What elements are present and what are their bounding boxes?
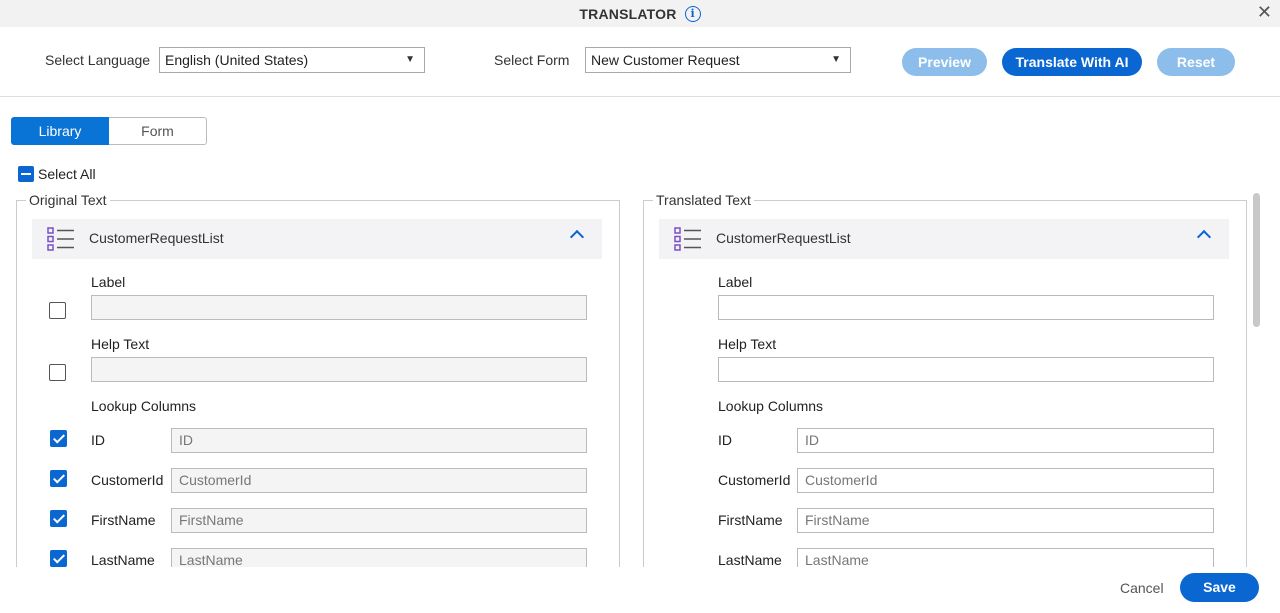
- select-all-checkbox[interactable]: [18, 166, 34, 182]
- select-all[interactable]: Select All: [18, 166, 96, 182]
- tab-bar: Library Form: [11, 117, 207, 145]
- section-header[interactable]: CustomerRequestList: [32, 219, 602, 259]
- section-header[interactable]: CustomerRequestList: [659, 219, 1229, 259]
- footer: Cancel Save: [0, 567, 1280, 613]
- chevron-up-icon[interactable]: [1196, 229, 1212, 245]
- section-title: CustomerRequestList: [89, 230, 224, 246]
- help-text-caption: Help Text: [718, 336, 777, 352]
- language-select-value: English (United States): [165, 52, 309, 68]
- chevron-up-icon[interactable]: [569, 229, 585, 245]
- language-label: Select Language: [45, 52, 151, 68]
- column-label-lastname: LastName: [91, 552, 155, 568]
- column-field-firstname: FirstName: [171, 508, 587, 533]
- column-label-id: ID: [91, 432, 105, 448]
- column-checkbox-customerid[interactable]: [50, 470, 67, 487]
- column-translation-input-id[interactable]: ID: [797, 428, 1214, 453]
- help-text-checkbox[interactable]: [49, 364, 66, 381]
- form-label: Select Form: [494, 52, 570, 68]
- original-text-panel: Original Text CustomerRequestList Label …: [16, 192, 620, 613]
- translate-with-ai-button[interactable]: Translate With AI: [1002, 48, 1142, 76]
- column-field-customerid: CustomerId: [171, 468, 587, 493]
- title-bar: TRANSLATOR i ✕: [0, 0, 1280, 27]
- list-icon: [674, 227, 701, 251]
- column-label-lastname: LastName: [718, 552, 782, 568]
- translated-text-legend: Translated Text: [653, 192, 754, 208]
- chevron-down-icon: ▼: [405, 54, 415, 65]
- column-label-firstname: FirstName: [718, 512, 783, 528]
- column-label-firstname: FirstName: [91, 512, 156, 528]
- column-checkbox-firstname[interactable]: [50, 510, 67, 527]
- column-checkbox-lastname[interactable]: [50, 550, 67, 567]
- original-text-legend: Original Text: [26, 192, 110, 208]
- info-icon[interactable]: i: [684, 5, 701, 22]
- label-caption: Label: [718, 274, 753, 290]
- help-text-field: [91, 357, 587, 382]
- column-label-id: ID: [718, 432, 732, 448]
- cancel-button[interactable]: Cancel: [1120, 580, 1164, 596]
- toolbar: Select Language English (United States) …: [0, 27, 1280, 97]
- preview-button[interactable]: Preview: [902, 48, 987, 76]
- tab-library[interactable]: Library: [11, 117, 109, 145]
- tab-form[interactable]: Form: [109, 117, 207, 145]
- column-field-id: ID: [171, 428, 587, 453]
- form-select-value: New Customer Request: [591, 52, 740, 68]
- column-label-customerid: CustomerId: [91, 472, 164, 488]
- column-translation-input-customerid[interactable]: CustomerId: [797, 468, 1214, 493]
- help-text-caption: Help Text: [91, 336, 150, 352]
- form-select[interactable]: New Customer Request ▼: [585, 47, 851, 73]
- reset-button[interactable]: Reset: [1157, 48, 1235, 76]
- label-caption: Label: [91, 274, 126, 290]
- save-button[interactable]: Save: [1180, 573, 1259, 602]
- column-checkbox-id[interactable]: [50, 430, 67, 447]
- lookup-columns-caption: Lookup Columns: [91, 398, 197, 414]
- section-title: CustomerRequestList: [716, 230, 851, 246]
- scrollbar-thumb[interactable]: [1253, 193, 1260, 327]
- list-icon: [47, 227, 74, 251]
- translated-text-panel: Translated Text CustomerRequestList Labe…: [643, 192, 1247, 613]
- window-title: TRANSLATOR: [579, 5, 677, 22]
- label-field: [91, 295, 587, 320]
- select-all-label: Select All: [38, 166, 96, 182]
- close-icon[interactable]: ✕: [1257, 3, 1272, 21]
- chevron-down-icon: ▼: [831, 54, 841, 65]
- column-label-customerid: CustomerId: [718, 472, 791, 488]
- column-translation-input-firstname[interactable]: FirstName: [797, 508, 1214, 533]
- language-select[interactable]: English (United States) ▼: [159, 47, 425, 73]
- lookup-columns-caption: Lookup Columns: [718, 398, 824, 414]
- help-text-translation-input[interactable]: [718, 357, 1214, 382]
- label-checkbox[interactable]: [49, 302, 66, 319]
- label-translation-input[interactable]: [718, 295, 1214, 320]
